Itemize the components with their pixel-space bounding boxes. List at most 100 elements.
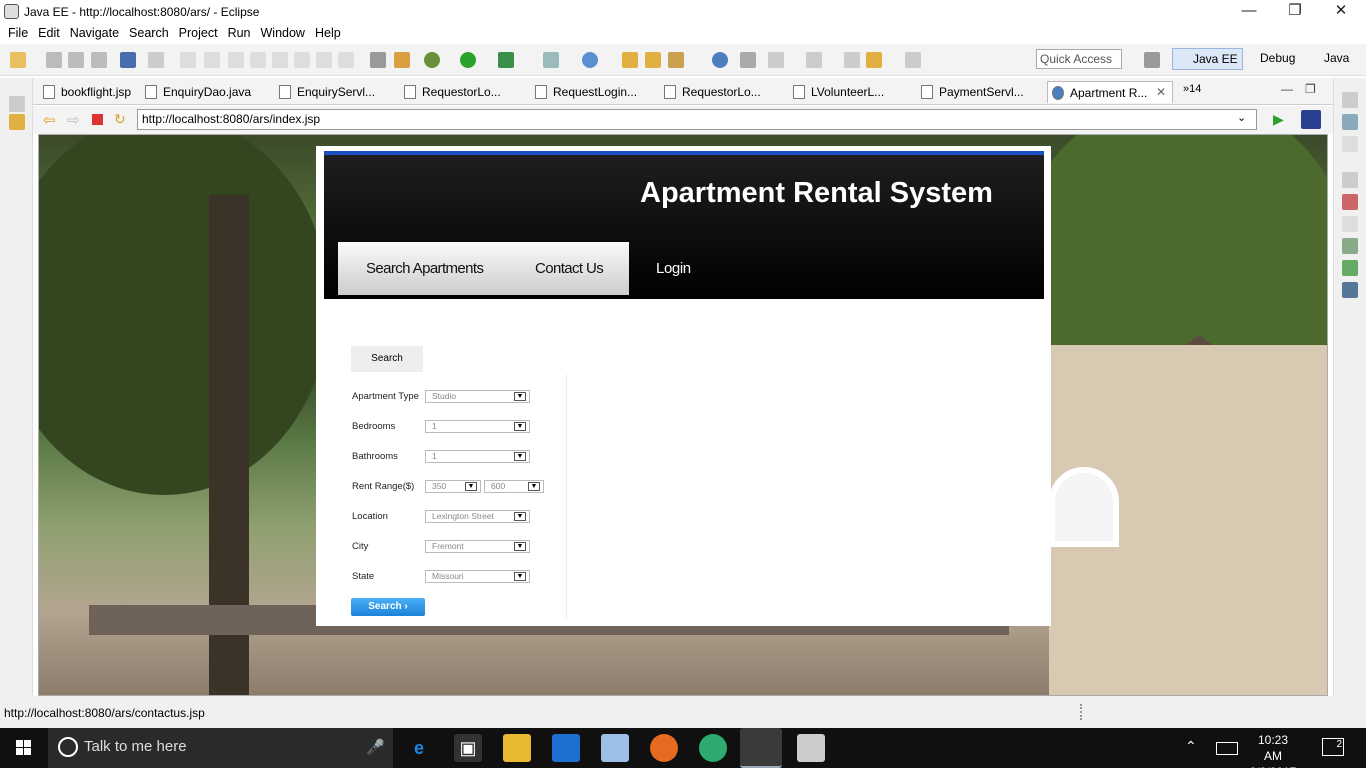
- back-icon[interactable]: [866, 52, 882, 68]
- outline-icon[interactable]: [1342, 114, 1358, 130]
- tab-bookflight[interactable]: bookflight.jsp: [39, 81, 139, 103]
- server-icon[interactable]: [370, 52, 386, 68]
- tab-paymentservlet[interactable]: PaymentServl...: [917, 81, 1037, 103]
- eclipse-taskbar-icon[interactable]: [740, 728, 782, 768]
- start-button[interactable]: [0, 728, 48, 768]
- step-over-icon[interactable]: [294, 52, 310, 68]
- servers-icon[interactable]: [1342, 238, 1358, 254]
- location-select[interactable]: Lexington Street ▼: [425, 510, 530, 523]
- suspend-icon[interactable]: [204, 52, 220, 68]
- nav-login[interactable]: Login: [656, 260, 691, 277]
- open-type-icon[interactable]: [622, 52, 638, 68]
- tab-apartment-rental[interactable]: Apartment R... ✕: [1047, 81, 1173, 103]
- drop-to-frame-icon[interactable]: [338, 52, 354, 68]
- next-annotation-icon[interactable]: [768, 52, 784, 68]
- restore-bottom-icon[interactable]: [1342, 172, 1358, 188]
- close-button[interactable]: ✕: [1318, 0, 1364, 24]
- edge-icon[interactable]: e: [405, 734, 433, 762]
- step-into-icon[interactable]: [272, 52, 288, 68]
- tab-requestorlogin-2[interactable]: RequestorLo...: [660, 81, 780, 103]
- menu-project[interactable]: Project: [179, 24, 218, 40]
- resume-icon[interactable]: [180, 52, 196, 68]
- tab-lvolunteerlogin[interactable]: LVolunteerL...: [789, 81, 909, 103]
- terminate-icon[interactable]: [228, 52, 244, 68]
- paint-icon[interactable]: [797, 734, 825, 762]
- open-folder-icon[interactable]: [645, 52, 661, 68]
- notification-center-icon[interactable]: 2: [1322, 738, 1344, 756]
- defender-icon[interactable]: [552, 734, 580, 762]
- file-explorer-icon[interactable]: [503, 734, 531, 762]
- restore-right-icon[interactable]: [1342, 92, 1358, 108]
- minimize-editor-icon[interactable]: —: [1281, 82, 1293, 96]
- maximize-editor-icon[interactable]: ❐: [1305, 82, 1316, 96]
- photos-icon[interactable]: [601, 734, 629, 762]
- state-select[interactable]: Missouri ▼: [425, 570, 530, 583]
- tab-requestlogin[interactable]: RequestLogin...: [531, 81, 651, 103]
- restore-button[interactable]: ❐: [1272, 0, 1318, 24]
- markers-icon[interactable]: [1342, 194, 1358, 210]
- step-return-icon[interactable]: [316, 52, 332, 68]
- browser-refresh-icon[interactable]: ↻: [114, 111, 126, 128]
- properties-icon[interactable]: [1342, 216, 1358, 232]
- new-icon[interactable]: [10, 52, 26, 68]
- browser-stop-icon[interactable]: [92, 114, 103, 125]
- search-submit-button[interactable]: Search ›: [351, 598, 425, 616]
- search-tab[interactable]: Search: [351, 346, 423, 372]
- console-icon[interactable]: [1342, 282, 1358, 298]
- external-tools-icon[interactable]: [498, 52, 514, 68]
- tab-enquirydao[interactable]: EnquiryDao.java: [141, 81, 261, 103]
- tray-chevron-up-icon[interactable]: ⌃: [1185, 738, 1197, 755]
- nav-search-apartments[interactable]: Search Apartments: [366, 260, 484, 277]
- perspective-java[interactable]: Java: [1304, 48, 1353, 70]
- restore-view-icon[interactable]: [9, 96, 25, 112]
- menu-file[interactable]: File: [8, 24, 28, 40]
- menu-navigate[interactable]: Navigate: [70, 24, 119, 40]
- browser-back-icon[interactable]: ⇦: [43, 111, 56, 129]
- task-list-icon[interactable]: [1342, 136, 1358, 152]
- tab-close-icon[interactable]: ✕: [1156, 85, 1166, 99]
- publish-icon[interactable]: [394, 52, 410, 68]
- data-source-icon[interactable]: [1342, 260, 1358, 276]
- forward-icon[interactable]: [905, 52, 921, 68]
- perspective-debug[interactable]: Debug: [1240, 48, 1299, 70]
- rent-min-select[interactable]: 350 ▼: [425, 480, 481, 493]
- skip-breakpoints-icon[interactable]: [148, 52, 164, 68]
- project-explorer-icon[interactable]: [9, 114, 25, 130]
- save-all-icon[interactable]: [68, 52, 84, 68]
- menu-help[interactable]: Help: [315, 24, 341, 40]
- bathrooms-select[interactable]: 1 ▼: [425, 450, 530, 463]
- tab-requestorlogin-1[interactable]: RequestorLo...: [400, 81, 520, 103]
- minimize-button[interactable]: —: [1226, 0, 1272, 24]
- menu-window[interactable]: Window: [261, 24, 305, 40]
- menu-search[interactable]: Search: [129, 24, 169, 40]
- microphone-icon[interactable]: 🎤: [366, 738, 385, 756]
- last-edit-icon[interactable]: [844, 52, 860, 68]
- apartment-type-select[interactable]: Studio ▼: [425, 390, 530, 403]
- rent-max-select[interactable]: 600 ▼: [484, 480, 544, 493]
- print-icon[interactable]: [91, 52, 107, 68]
- cortana-search-box[interactable]: Talk to me here 🎤: [48, 728, 393, 768]
- go-icon[interactable]: ▶: [1273, 111, 1284, 128]
- bedrooms-select[interactable]: 1 ▼: [425, 420, 530, 433]
- keyboard-icon[interactable]: [1216, 742, 1238, 755]
- url-dropdown-icon[interactable]: ⌄: [1237, 111, 1246, 124]
- perspective-javaee[interactable]: Java EE: [1172, 48, 1243, 70]
- new-java-class-icon[interactable]: [582, 52, 598, 68]
- tab-enquiryservlet[interactable]: EnquiryServl...: [275, 81, 395, 103]
- annotation-icon[interactable]: [740, 52, 756, 68]
- terminal-icon[interactable]: [120, 52, 136, 68]
- prev-annotation-icon[interactable]: [806, 52, 822, 68]
- city-select[interactable]: Fremont ▼: [425, 540, 530, 553]
- store-icon[interactable]: ▣: [454, 734, 482, 762]
- browser-url-input[interactable]: http://localhost:8080/ars/index.jsp: [137, 109, 1257, 130]
- tab-overflow-button[interactable]: »14: [1183, 83, 1201, 95]
- save-icon[interactable]: [46, 52, 62, 68]
- search-tool-icon[interactable]: [668, 52, 684, 68]
- quick-access-input[interactable]: Quick Access: [1036, 49, 1122, 69]
- disconnect-icon[interactable]: [250, 52, 266, 68]
- web-browser-icon[interactable]: [712, 52, 728, 68]
- nav-contact-us[interactable]: Contact Us: [535, 260, 604, 277]
- run-icon[interactable]: [460, 52, 476, 68]
- open-perspective-icon[interactable]: [1144, 52, 1160, 68]
- debug-icon[interactable]: [424, 52, 440, 68]
